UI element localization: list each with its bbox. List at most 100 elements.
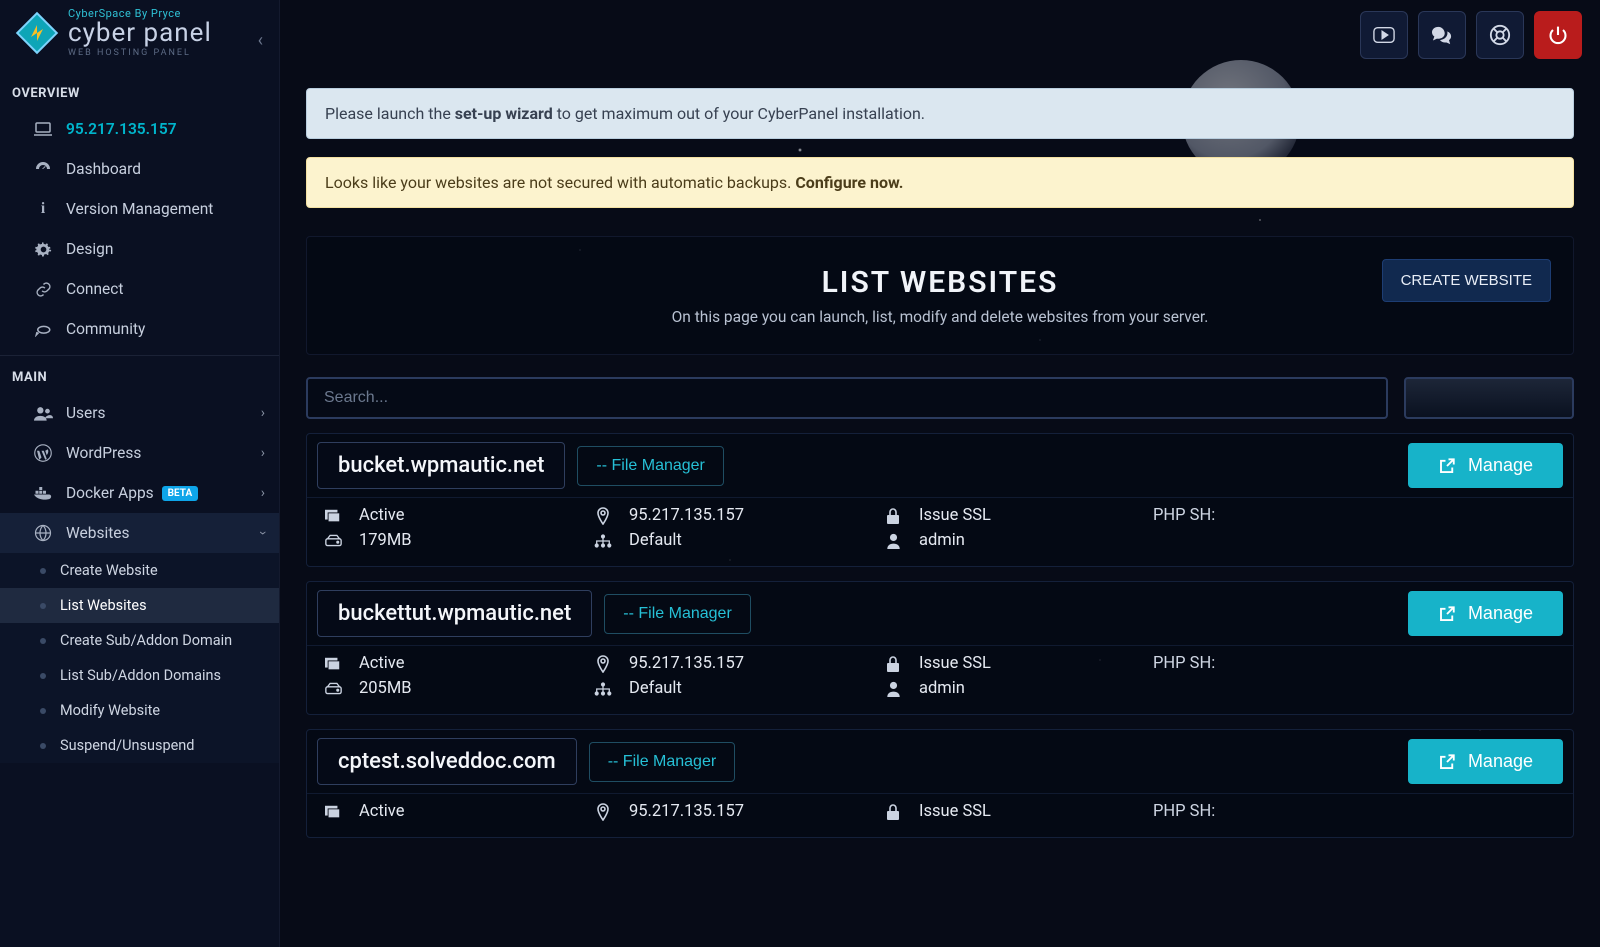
issue-ssl-label: Issue SSL [919,506,991,525]
subnav-label: Modify Website [60,702,160,719]
setup-wizard-alert[interactable]: Please launch the set-up wizard to get m… [306,88,1574,139]
status-icon [323,805,343,819]
php-sh-label: PHP SH: [1153,802,1215,821]
manage-label: Manage [1468,751,1533,772]
website-card: buckettut.wpmautic.net -- File Manager M… [306,581,1574,715]
sidebar-item-server-ip[interactable]: 95.217.135.157 [0,109,279,149]
page-selector[interactable] [1404,377,1574,419]
create-website-button[interactable]: CREATE WEBSITE [1382,259,1551,302]
lock-icon [883,804,903,820]
youtube-button[interactable] [1360,11,1408,59]
file-manager-link[interactable]: -- File Manager [604,594,750,634]
website-domain[interactable]: bucket.wpmautic.net [317,442,565,489]
status-icon [323,509,343,523]
file-manager-link[interactable]: -- File Manager [589,742,735,782]
logout-button[interactable] [1534,11,1582,59]
docker-icon [32,486,54,500]
sidebar-item-label: Design [66,240,113,258]
marker-icon [593,655,613,673]
page-title: LIST WEBSITES [337,265,1543,300]
sidebar-item-label: WordPress [66,444,141,462]
users-icon [32,406,54,421]
sidebar-item-label: 95.217.135.157 [66,120,177,138]
alert-text-pre: Please launch the [325,104,455,123]
manage-button[interactable]: Manage [1408,443,1563,488]
subnav-suspend-unsuspend[interactable]: Suspend/Unsuspend [0,728,279,763]
php-sh-label: PHP SH: [1153,654,1215,673]
subnav-label: List Websites [60,597,147,614]
status-icon [323,657,343,671]
marker-icon [593,803,613,821]
sidebar-item-community[interactable]: Community [0,309,279,349]
backup-alert[interactable]: Looks like your websites are not secured… [306,157,1574,208]
issue-ssl-link[interactable]: Issue SSL [883,654,1133,673]
sidebar-item-label: Connect [66,280,123,298]
link-icon [32,281,54,298]
website-domain[interactable]: buckettut.wpmautic.net [317,590,592,637]
logo-title: cyber panel [68,20,212,47]
sidebar-item-dashboard[interactable]: Dashboard [0,149,279,189]
sidebar-item-label: Version Management [66,200,213,218]
sitemap-icon [593,533,613,549]
sidebar-item-label: Dashboard [66,160,141,178]
website-size: 205MB [359,679,412,698]
logo-subtitle: WEB HOSTING PANEL [68,49,212,58]
manage-label: Manage [1468,455,1533,476]
alert-text-post: to get maximum out of your CyberPanel in… [553,104,925,123]
subnav-list-subdomains[interactable]: List Sub/Addon Domains [0,658,279,693]
manage-label: Manage [1468,603,1533,624]
chevron-right-icon: › [261,485,265,501]
website-plan: Default [629,531,682,550]
subnav-list-websites[interactable]: List Websites [0,588,279,623]
website-domain[interactable]: cptest.solveddoc.com [317,738,577,785]
disk-icon [323,682,343,695]
sidebar-item-websites[interactable]: Websites › [0,513,279,553]
issue-ssl-link[interactable]: Issue SSL [883,506,1133,525]
sidebar-item-users[interactable]: Users › [0,393,279,433]
websites-submenu: Create Website List Websites Create Sub/… [0,553,279,763]
logo[interactable]: CyberSpace By Pryce cyber panel WEB HOST… [0,0,279,72]
sidebar-item-version[interactable]: i Version Management [0,189,279,229]
website-ip: 95.217.135.157 [629,506,744,525]
manage-button[interactable]: Manage [1408,739,1563,784]
gear-icon [32,241,54,258]
beta-badge: BETA [162,486,199,501]
topbar [280,0,1600,70]
website-ip: 95.217.135.157 [629,654,744,673]
lock-icon [883,508,903,524]
subnav-label: Create Website [60,562,158,579]
subnav-label: Suspend/Unsuspend [60,737,194,754]
website-size: 179MB [359,531,412,550]
website-ip: 95.217.135.157 [629,802,744,821]
search-input[interactable] [306,377,1388,419]
subnav-modify-website[interactable]: Modify Website [0,693,279,728]
chat-button[interactable] [1418,11,1466,59]
alert-text-bold: Configure now. [795,173,903,192]
sidebar-item-design[interactable]: Design [0,229,279,269]
laptop-icon [32,122,54,136]
page-hero: LIST WEBSITES On this page you can launc… [306,236,1574,355]
main-area: Please launch the set-up wizard to get m… [280,0,1600,947]
file-manager-link[interactable]: -- File Manager [577,446,723,486]
manage-button[interactable]: Manage [1408,591,1563,636]
sidebar-item-label: Users [66,404,106,422]
sidebar-item-label: Docker Apps [66,484,154,502]
subnav-create-website[interactable]: Create Website [0,553,279,588]
external-link-icon [1438,457,1456,475]
globe-icon [32,524,54,542]
alert-text-pre: Looks like your websites are not secured… [325,173,795,192]
issue-ssl-label: Issue SSL [919,654,991,673]
subnav-create-subdomain[interactable]: Create Sub/Addon Domain [0,623,279,658]
support-button[interactable] [1476,11,1524,59]
subnav-label: List Sub/Addon Domains [60,667,221,684]
website-status: Active [359,506,404,525]
issue-ssl-label: Issue SSL [919,802,991,821]
issue-ssl-link[interactable]: Issue SSL [883,802,1133,821]
sidebar-item-connect[interactable]: Connect [0,269,279,309]
wordpress-icon [32,444,54,462]
website-status: Active [359,654,404,673]
sidebar-item-docker[interactable]: Docker Apps BETA › [0,473,279,513]
sidebar-item-wordpress[interactable]: WordPress › [0,433,279,473]
disk-icon [323,534,343,547]
sidebar-collapse-icon[interactable]: ‹ [258,30,263,51]
